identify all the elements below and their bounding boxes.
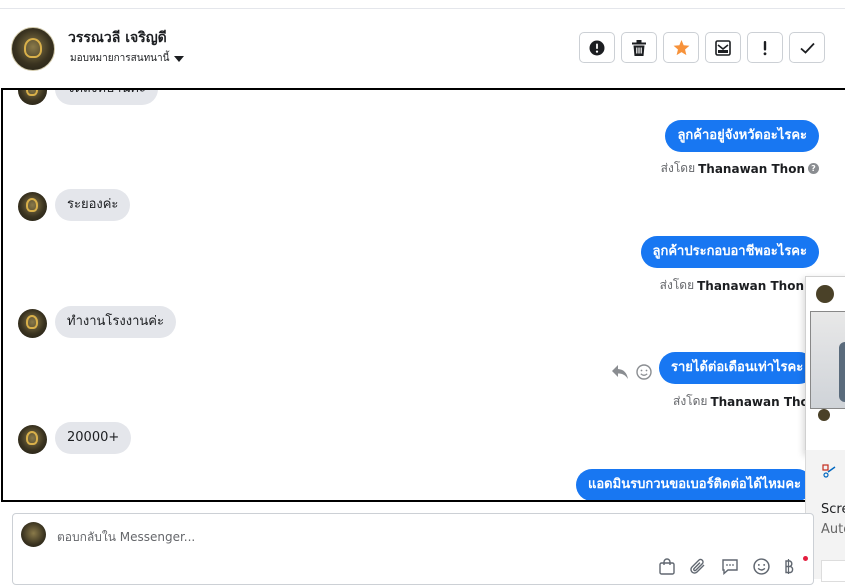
outgoing-message-bubble[interactable]: ลูกค้าอยู่จังหวัดอะไรคะ [665, 120, 819, 152]
scissors-icon [822, 464, 836, 478]
question-icon[interactable]: ? [808, 163, 819, 174]
contact-avatar-small [18, 192, 47, 221]
mark-done-button[interactable] [789, 32, 825, 63]
attachment-icon[interactable] [689, 558, 707, 579]
emoji-react-icon[interactable] [636, 364, 652, 380]
delete-button[interactable] [621, 32, 657, 63]
saved-reply-icon[interactable] [721, 558, 739, 579]
exclamation-icon [763, 40, 767, 55]
sent-by-label: ส่งโดย Thanawan Thon ? [661, 159, 819, 178]
shopping-bag-icon[interactable] [659, 558, 675, 579]
outgoing-message-bubble[interactable]: ลูกค้าประกอบอาชีพอะไรคะ [640, 236, 819, 268]
notification-subtitle: Auto [821, 522, 845, 537]
sender-name[interactable]: Thanawan Thon [710, 395, 817, 409]
contact-avatar[interactable] [11, 27, 55, 71]
assign-label: มอบหมายการสนทนานี้ [70, 53, 170, 64]
trash-icon [632, 39, 646, 56]
baht-payment-icon[interactable] [784, 558, 794, 579]
sent-by-label: ส่งโดย Thanawan Thon [673, 394, 818, 409]
caret-down-icon [174, 55, 185, 62]
incoming-message-bubble[interactable]: ระยองค่ะ [55, 189, 131, 221]
outgoing-message-bubble[interactable]: รายได้ต่อเดือนเท่าไรคะ [659, 352, 816, 384]
contact-avatar-small [18, 309, 47, 338]
contact-avatar-small [18, 425, 47, 454]
star-button[interactable] [663, 32, 699, 63]
reply-icon[interactable] [612, 365, 628, 379]
reply-composer[interactable]: ตอบกลับใน Messenger... [12, 513, 814, 585]
contact-avatar-small [18, 90, 47, 105]
popup-image-preview [810, 311, 845, 409]
alert-circle-icon [589, 40, 605, 55]
checkmark-icon [799, 42, 815, 54]
sender-name[interactable]: Thanawan Thon [697, 279, 804, 293]
composer-toolbar [659, 558, 794, 579]
mark-unread-button[interactable] [705, 32, 741, 63]
emoji-icon[interactable] [753, 558, 770, 579]
conversation-header: วรรณวลี เจริญดี มอบหมายการสนทนานี้ [0, 10, 845, 88]
incoming-message-bubble[interactable]: ทำงานโรงงานค่ะ [55, 306, 176, 338]
notification-title: Scre [821, 502, 845, 517]
popup-avatar-small [818, 409, 830, 421]
star-icon [673, 39, 689, 55]
envelope-icon [715, 39, 731, 56]
incoming-message-bubble[interactable]: 20000+ [55, 422, 132, 454]
page-avatar [21, 522, 46, 547]
header-actions [579, 32, 825, 63]
mark-spam-button[interactable] [579, 32, 615, 63]
message-thread[interactable]: จัดส่งที่บ้านค่ะ ลูกค้าอยู่จังหวัดอะไรคะ… [1, 88, 845, 502]
top-divider [0, 8, 845, 9]
popup-avatar [816, 285, 834, 303]
message-hover-tools [612, 364, 652, 380]
outgoing-message-bubble[interactable]: แอดมินรบกวนขอเบอร์ติดต่อได้ไหมคะ [576, 469, 814, 500]
sent-by-label: ส่งโดย Thanawan Thon [659, 278, 804, 293]
follow-up-button[interactable] [747, 32, 783, 63]
incoming-message-bubble[interactable]: จัดส่งที่บ้านค่ะ [55, 90, 159, 105]
assign-conversation-dropdown[interactable]: มอบหมายการสนทนานี้ [70, 51, 185, 66]
preview-popup[interactable] [805, 276, 845, 454]
reply-input[interactable]: ตอบกลับใน Messenger... [57, 528, 195, 547]
sender-name[interactable]: Thanawan Thon [698, 162, 805, 176]
notification-dot [803, 556, 808, 561]
contact-name[interactable]: วรรณวลี เจริญดี [68, 27, 167, 49]
